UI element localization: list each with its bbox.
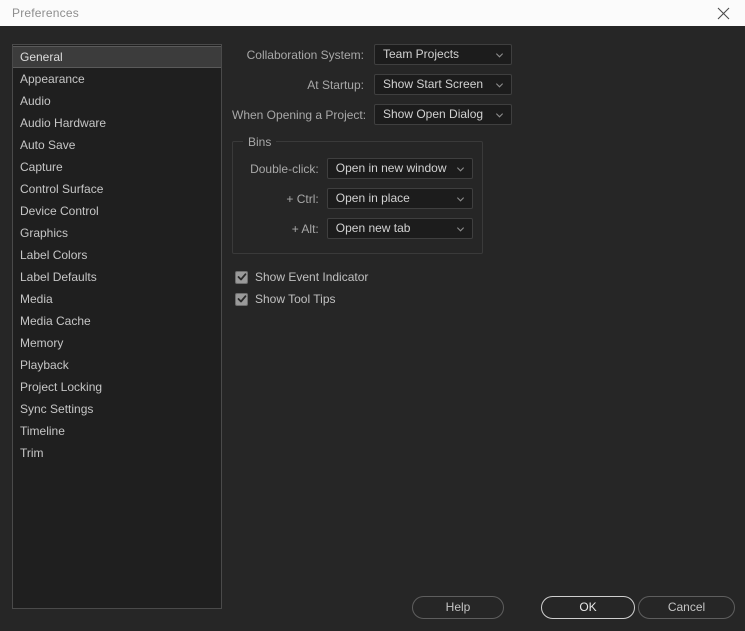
field-row: At Startup: Show Start Screen <box>232 74 732 95</box>
close-button[interactable] <box>701 0 745 26</box>
checkbox-show-event-indicator[interactable]: Show Event Indicator <box>235 270 732 284</box>
field-row: Collaboration System: Team Projects <box>232 44 732 65</box>
bins-group: Bins Double-click: Open in new window + Ct… <box>232 135 483 254</box>
chevron-down-icon <box>495 112 504 118</box>
field-row: When Opening a Project: Show Open Dialog <box>232 104 732 125</box>
bins-group-legend: Bins <box>243 135 277 149</box>
dropdown-value: Show Open Dialog <box>383 107 484 121</box>
sidebar-item-trim[interactable]: Trim <box>13 442 221 464</box>
checkbox-group: Show Event Indicator Show Tool Tips <box>232 270 732 306</box>
dropdown-value: Team Projects <box>383 47 460 61</box>
checkbox-box[interactable] <box>235 270 248 284</box>
window-titlebar: Preferences <box>0 0 745 26</box>
sidebar-item-control-surface[interactable]: Control Surface <box>13 178 221 200</box>
sidebar-item-media-cache[interactable]: Media Cache <box>13 310 221 332</box>
category-list[interactable]: General Appearance Audio Audio Hardware Auto… <box>12 44 222 609</box>
field-label: When Opening a Project: <box>232 107 367 122</box>
sidebar-item-device-control[interactable]: Device Control <box>13 200 221 222</box>
cancel-button[interactable]: Cancel <box>638 596 735 619</box>
sidebar-item-capture[interactable]: Capture <box>13 156 221 178</box>
field-label: At Startup: <box>307 77 364 92</box>
top-fields-group: Collaboration System: Team Projects At Sta… <box>232 44 732 125</box>
chevron-down-icon <box>495 82 504 88</box>
field-label: + Alt: <box>291 221 319 236</box>
sidebar-item-playback[interactable]: Playback <box>13 354 221 376</box>
general-settings-pane: Collaboration System: Team Projects At Sta… <box>232 44 732 314</box>
sidebar-item-graphics[interactable]: Graphics <box>13 222 221 244</box>
ok-button[interactable]: OK <box>541 596 635 619</box>
chevron-down-icon <box>456 226 465 232</box>
sidebar-item-timeline[interactable]: Timeline <box>13 420 221 442</box>
close-icon <box>717 7 730 20</box>
field-label: + Ctrl: <box>286 191 319 206</box>
chevron-down-icon <box>456 196 465 202</box>
sidebar-item-audio-hardware[interactable]: Audio Hardware <box>13 112 221 134</box>
dropdown-collaboration-system[interactable]: Team Projects <box>374 44 512 65</box>
sidebar-item-label-colors[interactable]: Label Colors <box>13 244 221 266</box>
dropdown-double-click[interactable]: Open in new window <box>326 158 473 179</box>
field-label: Double-click: <box>250 161 319 176</box>
dropdown-value: Open in place <box>335 191 410 205</box>
window-title: Preferences <box>12 6 79 20</box>
help-button[interactable]: Help <box>412 596 504 619</box>
field-label: Collaboration System: <box>246 47 364 62</box>
sidebar-item-media[interactable]: Media <box>13 288 221 310</box>
sidebar-item-project-locking[interactable]: Project Locking <box>13 376 221 398</box>
sidebar-item-general[interactable]: General <box>13 46 221 68</box>
sidebar-item-auto-save[interactable]: Auto Save <box>13 134 221 156</box>
sidebar-item-appearance[interactable]: Appearance <box>13 68 221 90</box>
dropdown-alt[interactable]: Open new tab <box>326 218 473 239</box>
chevron-down-icon <box>495 52 504 58</box>
sidebar-item-memory[interactable]: Memory <box>13 332 221 354</box>
field-row: Double-click: Open in new window <box>242 158 473 179</box>
sidebar-item-sync-settings[interactable]: Sync Settings <box>13 398 221 420</box>
preferences-dialog-body: General Appearance Audio Audio Hardware Auto… <box>0 26 745 631</box>
chevron-down-icon <box>456 166 465 172</box>
field-row: + Ctrl: Open in place <box>242 188 473 209</box>
dropdown-ctrl[interactable]: Open in place <box>326 188 473 209</box>
bins-fields: Double-click: Open in new window + Ctrl: Op… <box>242 158 473 239</box>
sidebar-item-label-defaults[interactable]: Label Defaults <box>13 266 221 288</box>
dialog-footer: Help OK Cancel <box>0 587 745 631</box>
sidebar-item-audio[interactable]: Audio <box>13 90 221 112</box>
dropdown-at-startup[interactable]: Show Start Screen <box>374 74 512 95</box>
checkbox-show-tool-tips[interactable]: Show Tool Tips <box>235 292 732 306</box>
check-icon <box>237 295 246 303</box>
checkbox-label: Show Tool Tips <box>255 292 336 306</box>
field-row: + Alt: Open new tab <box>242 218 473 239</box>
dropdown-when-opening-a-project[interactable]: Show Open Dialog <box>374 104 512 125</box>
dropdown-value: Open new tab <box>335 221 411 235</box>
dropdown-value: Open in new window <box>335 161 447 175</box>
dropdown-value: Show Start Screen <box>383 77 484 91</box>
checkbox-label: Show Event Indicator <box>255 270 369 284</box>
check-icon <box>237 273 246 281</box>
checkbox-box[interactable] <box>235 292 248 306</box>
